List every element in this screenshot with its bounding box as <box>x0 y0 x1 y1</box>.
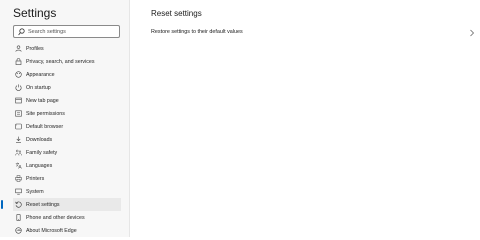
printer-icon <box>15 175 22 182</box>
download-icon <box>15 136 22 143</box>
sidebar-item-site-permissions[interactable]: Site permissions <box>13 107 121 120</box>
sidebar-item-downloads[interactable]: Downloads <box>13 133 121 146</box>
sidebar-item-printers[interactable]: Printers <box>13 172 121 185</box>
chevron-right-icon <box>469 29 475 37</box>
appearance-icon <box>15 71 22 78</box>
settings-title: Settings <box>13 6 57 20</box>
page-title: Reset settings <box>151 9 202 18</box>
sidebar-item-default-browser[interactable]: Default browser <box>13 120 121 133</box>
search-box[interactable] <box>13 25 120 38</box>
sidebar-item-phone-and-other-devices[interactable]: Phone and other devices <box>13 211 121 224</box>
sidebar-item-profiles[interactable]: Profiles <box>13 42 121 55</box>
sidebar-item-label: Site permissions <box>26 110 65 117</box>
sidebar-item-languages[interactable]: Languages <box>13 159 121 172</box>
sidebar-item-label: Printers <box>26 175 45 182</box>
edge-icon <box>15 227 22 234</box>
search-icon <box>18 28 25 36</box>
sidebar-item-label: Reset settings <box>26 201 60 208</box>
system-icon <box>15 188 22 195</box>
reset-icon <box>15 201 22 208</box>
sidebar-item-label: On startup <box>26 84 51 91</box>
sidebar-item-label: About Microsoft Edge <box>26 227 77 234</box>
browser-icon <box>15 123 22 130</box>
sidebar-item-reset-settings[interactable]: Reset settings <box>1 198 121 211</box>
profile-icon <box>15 45 22 52</box>
sidebar-item-label: Privacy, search, and services <box>26 58 95 65</box>
lock-icon <box>15 58 22 65</box>
sidebar-item-label: Downloads <box>26 136 53 143</box>
site-permissions-icon <box>15 110 22 117</box>
sidebar-item-appearance[interactable]: Appearance <box>13 68 121 81</box>
sidebar-item-family-safety[interactable]: Family safety <box>13 146 121 159</box>
sidebar-item-about-microsoft-edge[interactable]: About Microsoft Edge <box>13 224 121 237</box>
sidebar-item-label: Languages <box>26 162 53 169</box>
sidebar-item-new-tab-page[interactable]: New tab page <box>13 94 121 107</box>
settings-nav: Profiles Privacy, search, and services A… <box>1 42 121 237</box>
family-icon <box>15 149 22 156</box>
sidebar-item-privacy[interactable]: Privacy, search, and services <box>13 55 121 68</box>
restore-defaults-label: Restore settings to their default values <box>151 29 243 35</box>
sidebar-item-label: New tab page <box>26 97 59 104</box>
sidebar-item-label: Appearance <box>26 71 55 78</box>
settings-sidebar: Settings Profiles Privacy, search, and s… <box>0 0 130 237</box>
sidebar-item-label: Profiles <box>26 45 44 52</box>
phone-icon <box>15 214 22 221</box>
sidebar-item-label: System <box>26 188 44 195</box>
sidebar-item-label: Family safety <box>26 149 58 156</box>
sidebar-item-system[interactable]: System <box>13 185 121 198</box>
sidebar-item-label: Default browser <box>26 123 64 130</box>
restore-defaults-row[interactable]: Restore settings to their default values <box>151 26 475 40</box>
new-tab-icon <box>15 97 22 104</box>
power-icon <box>15 84 22 91</box>
search-input[interactable] <box>28 26 118 37</box>
sidebar-item-on-startup[interactable]: On startup <box>13 81 121 94</box>
language-icon <box>15 162 22 169</box>
sidebar-item-label: Phone and other devices <box>26 214 85 221</box>
